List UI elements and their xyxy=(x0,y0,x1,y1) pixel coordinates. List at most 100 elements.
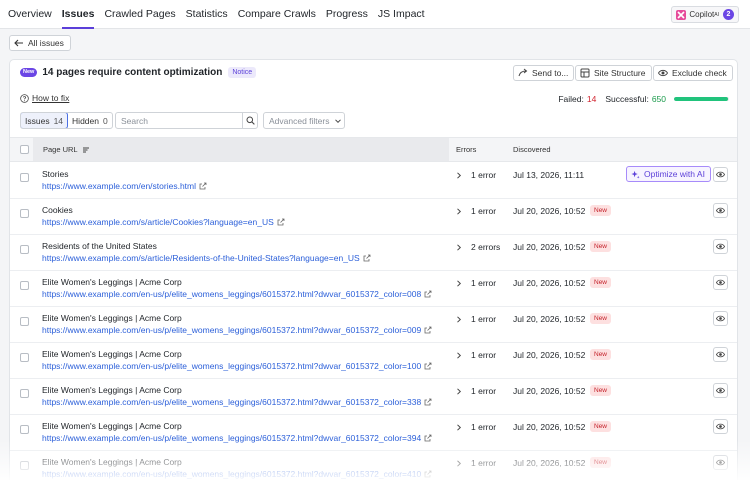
row-page-url: https://www.example.com/en-us/p/elite_wo… xyxy=(42,397,422,407)
row-discovered-date: Jul 20, 2026, 10:52 xyxy=(513,386,586,396)
chevron-right-icon xyxy=(457,351,462,359)
errors-column-header: Errors xyxy=(456,145,477,154)
advanced-filters-dropdown[interactable]: Advanced filters xyxy=(263,112,345,129)
row-page-url-link[interactable]: https://www.example.com/en-us/p/elite_wo… xyxy=(42,469,432,479)
external-link-icon xyxy=(277,218,285,226)
row-page-url-link[interactable]: https://www.example.com/s/article/Reside… xyxy=(42,253,371,263)
select-all-checkbox[interactable] xyxy=(20,145,29,154)
row-error-count: 1 error xyxy=(471,170,497,180)
all-issues-back-button[interactable]: All issues xyxy=(9,35,71,51)
row-errors-toggle[interactable]: 1 error xyxy=(456,278,496,288)
row-page-url-link[interactable]: https://www.example.com/en-us/p/elite_wo… xyxy=(42,325,432,335)
tab-issues[interactable]: Issues xyxy=(61,0,94,29)
search-input[interactable] xyxy=(116,115,242,126)
row-page-url-link[interactable]: https://www.example.com/en-us/p/elite_wo… xyxy=(42,433,432,443)
row-page-url-link[interactable]: https://www.example.com/s/article/Cookie… xyxy=(42,217,285,227)
row-errors-toggle[interactable]: 2 errors xyxy=(456,242,500,252)
row-checkbox[interactable] xyxy=(20,425,29,434)
row-hide-button[interactable] xyxy=(713,383,728,398)
row-page-url-link[interactable]: https://www.example.com/en/stories.html xyxy=(42,181,207,191)
row-discovered-date: Jul 20, 2026, 10:52 xyxy=(513,422,586,432)
row-hide-button[interactable] xyxy=(713,167,728,182)
row-error-count: 1 error xyxy=(471,206,497,216)
row-checkbox[interactable] xyxy=(20,173,29,182)
sitemap-icon xyxy=(580,68,590,78)
issues-hidden-toggle: Issues 14 Hidden 0 xyxy=(20,112,113,129)
row-checkbox[interactable] xyxy=(20,389,29,398)
external-link-icon xyxy=(424,470,432,478)
chevron-right-icon xyxy=(457,423,462,431)
row-page-url-link[interactable]: https://www.example.com/en-us/p/elite_wo… xyxy=(42,397,432,407)
issues-tab[interactable]: Issues 14 xyxy=(20,113,69,128)
hidden-tab[interactable]: Hidden 0 xyxy=(68,113,112,128)
row-errors-toggle[interactable]: 1 error xyxy=(456,350,496,360)
site-structure-button[interactable]: Site Structure xyxy=(575,65,652,81)
row-hide-button[interactable] xyxy=(713,203,728,218)
exclude-check-label: Exclude check xyxy=(672,68,727,78)
eye-icon xyxy=(716,423,725,430)
row-page-title: Elite Women's Leggings | Acme Corp xyxy=(42,277,182,287)
tab-crawled-pages[interactable]: Crawled Pages xyxy=(104,0,175,29)
row-error-count: 1 error xyxy=(471,314,497,324)
tab-statistics[interactable]: Statistics xyxy=(186,0,228,29)
optimize-with-ai-button[interactable]: Optimize with AI xyxy=(626,166,711,182)
chevron-right-icon xyxy=(457,207,462,215)
row-errors-toggle[interactable]: 1 error xyxy=(456,314,496,324)
row-hide-button[interactable] xyxy=(713,239,728,254)
tab-compare-crawls[interactable]: Compare Crawls xyxy=(238,0,316,29)
row-checkbox[interactable] xyxy=(20,317,29,326)
external-link-icon xyxy=(424,362,432,370)
all-issues-label: All issues xyxy=(28,38,64,48)
exclude-check-button[interactable]: Exclude check xyxy=(653,65,733,81)
table-row: Residents of the United States https://ww… xyxy=(10,235,737,271)
row-page-url: https://www.example.com/en-us/p/elite_wo… xyxy=(42,469,422,479)
row-hide-button[interactable] xyxy=(713,455,728,470)
row-discovered-date: Jul 13, 2026, 11:11 xyxy=(513,170,585,180)
copilot-button[interactable]: Copilot AI 2 xyxy=(671,6,739,23)
row-hide-button[interactable] xyxy=(713,275,728,290)
row-page-url-link[interactable]: https://www.example.com/en-us/p/elite_wo… xyxy=(42,361,432,371)
external-link-icon xyxy=(199,182,207,190)
row-page-url: https://www.example.com/s/article/Cookie… xyxy=(42,217,274,227)
row-discovered-date: Jul 20, 2026, 10:52 xyxy=(513,314,586,324)
send-to-label: Send to... xyxy=(532,68,569,78)
row-new-badge: New xyxy=(590,457,612,468)
row-checkbox[interactable] xyxy=(20,245,29,254)
row-hide-button[interactable] xyxy=(713,347,728,362)
table-row: Elite Women's Leggings | Acme Corp https:… xyxy=(10,415,737,451)
row-page-title: Stories xyxy=(42,169,69,179)
row-new-badge: New xyxy=(590,421,612,432)
tab-overview[interactable]: Overview xyxy=(8,0,52,29)
row-errors-toggle[interactable]: 1 error xyxy=(456,386,496,396)
row-errors-toggle[interactable]: 1 error xyxy=(456,170,496,180)
row-errors-toggle[interactable]: 1 error xyxy=(456,422,496,432)
row-checkbox[interactable] xyxy=(20,461,29,470)
external-link-icon xyxy=(424,398,432,406)
row-page-title: Elite Women's Leggings | Acme Corp xyxy=(42,349,182,359)
row-errors-toggle[interactable]: 1 error xyxy=(456,206,496,216)
row-errors-toggle[interactable]: 1 error xyxy=(456,458,496,468)
page-url-header-label: Page URL xyxy=(43,145,78,154)
row-page-url-link[interactable]: https://www.example.com/en-us/p/elite_wo… xyxy=(42,289,432,299)
tab-progress[interactable]: Progress xyxy=(326,0,368,29)
eye-icon xyxy=(658,69,668,77)
send-to-button[interactable]: Send to... xyxy=(513,65,575,81)
external-link-icon xyxy=(424,326,432,334)
issue-title: 14 pages require content optimization xyxy=(42,67,223,78)
search-button[interactable] xyxy=(242,113,257,128)
success-progress-fill xyxy=(674,97,728,101)
row-hide-button[interactable] xyxy=(713,419,728,434)
row-checkbox[interactable] xyxy=(20,353,29,362)
row-page-url: https://www.example.com/en-us/p/elite_wo… xyxy=(42,325,422,335)
chevron-right-icon xyxy=(457,459,462,467)
page-url-column-header[interactable]: Page URL xyxy=(33,138,449,161)
how-to-fix-label: How to fix xyxy=(32,93,70,103)
hidden-tab-count: 0 xyxy=(102,115,108,126)
row-checkbox[interactable] xyxy=(20,209,29,218)
table-row: Elite Women's Leggings | Acme Corp https:… xyxy=(10,271,737,307)
how-to-fix-link[interactable]: How to fix xyxy=(20,93,69,103)
tab-js-impact[interactable]: JS Impact xyxy=(378,0,425,29)
row-hide-button[interactable] xyxy=(713,311,728,326)
notice-badge: Notice xyxy=(228,67,257,78)
row-checkbox[interactable] xyxy=(20,281,29,290)
